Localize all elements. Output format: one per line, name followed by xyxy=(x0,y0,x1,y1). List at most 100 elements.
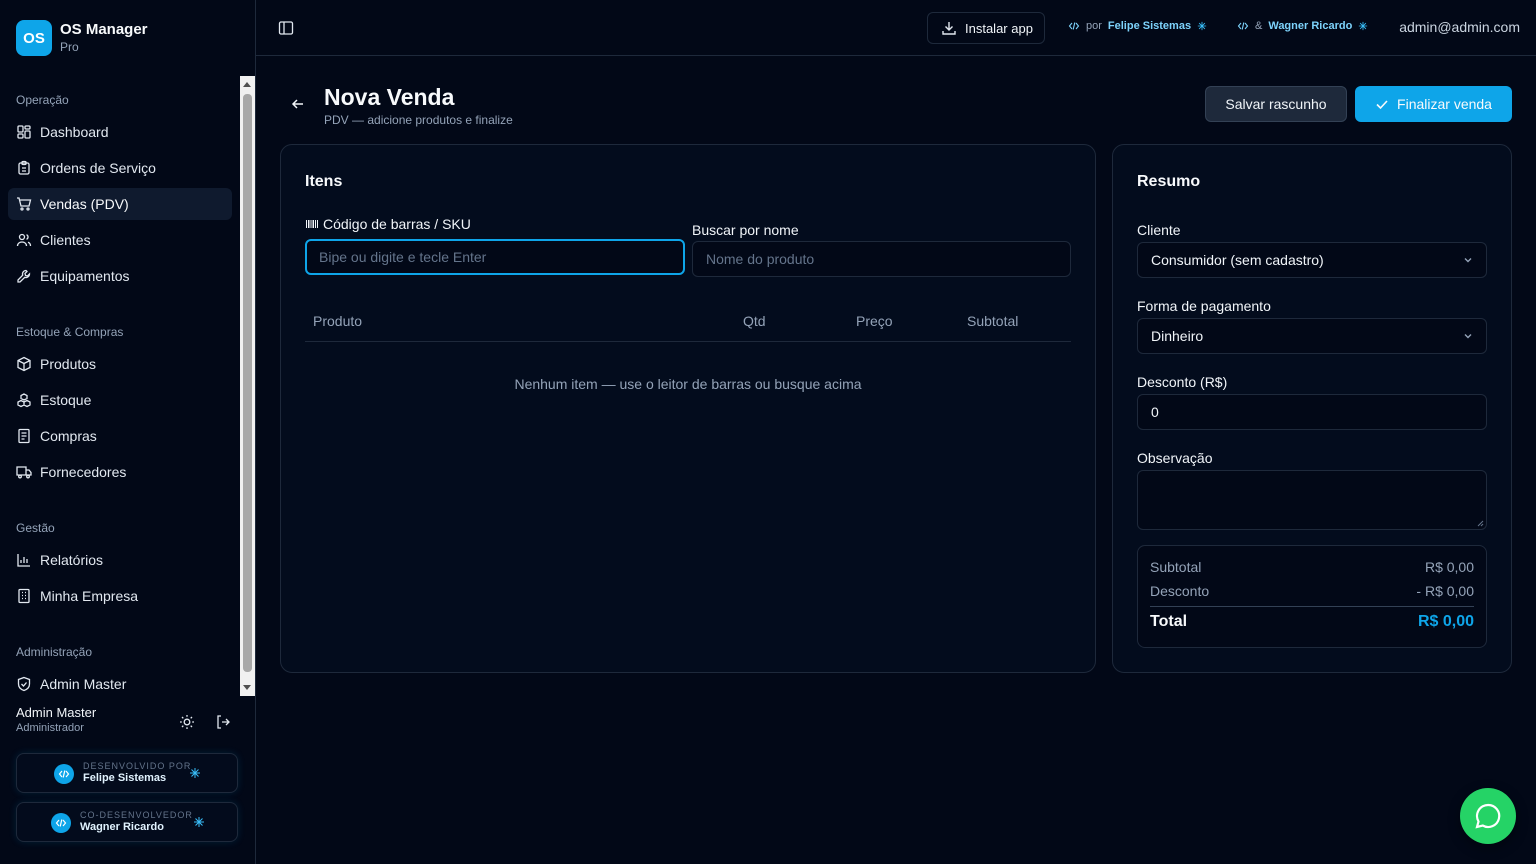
sidebar-item-label: Fornecedores xyxy=(40,464,127,480)
sidebar-item-relatorios[interactable]: Relatórios xyxy=(8,544,232,576)
clipboard-icon xyxy=(18,160,30,175)
sparkle-icon xyxy=(190,768,200,778)
column-header-qtd: Qtd xyxy=(743,313,766,329)
sidebar-toggle-button[interactable] xyxy=(278,20,294,36)
theme-toggle-button[interactable] xyxy=(177,712,197,732)
code-icon xyxy=(1068,22,1080,30)
discount-input[interactable]: 0 xyxy=(1137,394,1487,430)
sidebar-item-label: Minha Empresa xyxy=(40,588,139,604)
search-name-label: Buscar por nome xyxy=(692,222,799,238)
sidebar-item-estoque[interactable]: Estoque xyxy=(8,384,232,416)
column-header-produto: Produto xyxy=(313,313,363,329)
barcode-placeholder: Bipe ou digite e tecle Enter xyxy=(319,249,487,265)
scroll-thumb[interactable] xyxy=(243,94,252,672)
code-icon xyxy=(54,764,74,784)
sidebar: OS OS Manager Pro Operação Dashboard Ord… xyxy=(0,0,256,864)
sidebar-item-label: Dashboard xyxy=(40,124,109,140)
wrench-icon xyxy=(17,269,31,283)
logout-button[interactable] xyxy=(213,712,233,732)
summary-card-title: Resumo xyxy=(1137,173,1201,190)
sidebar-item-fornecedores[interactable]: Fornecedores xyxy=(8,456,232,488)
sidebar-item-admin-master[interactable]: Admin Master xyxy=(8,668,232,696)
back-button[interactable] xyxy=(290,96,306,112)
download-icon xyxy=(942,22,956,35)
chevron-down-icon xyxy=(1464,334,1472,339)
note-textarea[interactable] xyxy=(1137,470,1487,530)
cart-icon xyxy=(17,197,32,211)
nav-section-estoque: Estoque & Compras xyxy=(16,325,124,339)
chevron-down-icon xyxy=(1464,258,1472,263)
receipt-icon xyxy=(18,428,30,444)
sidebar-item-empresa[interactable]: Minha Empresa xyxy=(8,580,232,612)
dev-caption: DESENVOLVIDO POR xyxy=(83,761,192,771)
sidebar-item-label: Clientes xyxy=(40,232,91,248)
header-credit-wagner[interactable]: & Wagner Ricardo xyxy=(1237,20,1368,32)
sidebar-scrollbar[interactable] xyxy=(240,76,255,696)
page-subtitle: PDV — adicione produtos e finalize xyxy=(324,113,513,127)
brand-plan: Pro xyxy=(60,40,79,54)
sidebar-item-compras[interactable]: Compras xyxy=(8,420,232,452)
dashboard-icon xyxy=(17,125,31,139)
items-card-title: Itens xyxy=(305,173,343,190)
client-select[interactable]: Consumidor (sem cadastro) xyxy=(1137,242,1487,278)
payment-select[interactable]: Dinheiro xyxy=(1137,318,1487,354)
sidebar-item-label: Vendas (PDV) xyxy=(40,196,129,212)
sidebar-item-vendas[interactable]: Vendas (PDV) xyxy=(8,188,232,220)
brand[interactable]: OS OS Manager Pro xyxy=(16,20,148,56)
sidebar-item-label: Equipamentos xyxy=(40,268,130,284)
discount-row-value: - R$ 0,00 xyxy=(1416,583,1474,599)
whatsapp-button[interactable] xyxy=(1460,788,1516,844)
discount-input-value: 0 xyxy=(1151,404,1159,420)
scroll-down-arrow[interactable] xyxy=(243,685,251,690)
credit-prefix: por xyxy=(1086,20,1102,32)
credit-prefix: & xyxy=(1255,20,1263,32)
dev-card-secondary[interactable]: CO-DESENVOLVEDOR Wagner Ricardo xyxy=(16,802,238,842)
sidebar-item-label: Estoque xyxy=(40,392,92,408)
total-row: Total R$ 0,00 xyxy=(1150,613,1474,631)
totals-divider xyxy=(1150,606,1474,607)
payment-label: Forma de pagamento xyxy=(1137,298,1271,314)
users-icon xyxy=(16,233,32,247)
sparkle-icon xyxy=(1359,21,1368,31)
barcode-input[interactable]: Bipe ou digite e tecle Enter xyxy=(305,239,685,275)
sidebar-item-equipamentos[interactable]: Equipamentos xyxy=(8,260,232,292)
client-label: Cliente xyxy=(1137,222,1181,238)
nav-section-operacao: Operação xyxy=(16,93,69,107)
dev-card-primary[interactable]: DESENVOLVIDO POR Felipe Sistemas xyxy=(16,753,238,793)
nav-section-gestao: Gestão xyxy=(16,521,55,535)
package-icon xyxy=(17,356,31,372)
user-name: Admin Master xyxy=(16,705,97,720)
sidebar-item-label: Relatórios xyxy=(40,552,104,568)
boxes-icon xyxy=(17,393,31,408)
sidebar-item-ordens[interactable]: Ordens de Serviço xyxy=(8,152,232,184)
items-card: Itens Código de barras / SKU Bipe ou dig… xyxy=(280,144,1096,673)
sun-icon xyxy=(180,715,194,729)
sidebar-item-clientes[interactable]: Clientes xyxy=(8,224,232,256)
nav-section-admin: Administração xyxy=(16,645,93,659)
empty-items-message: Nenhum item — use o leitor de barras ou … xyxy=(514,376,862,392)
note-label: Observação xyxy=(1137,450,1213,466)
credit-name: Felipe Sistemas xyxy=(1107,20,1192,32)
finish-sale-button[interactable]: Finalizar venda xyxy=(1355,86,1512,122)
sidebar-item-dashboard[interactable]: Dashboard xyxy=(8,116,232,148)
install-app-button[interactable]: Instalar app xyxy=(927,12,1045,44)
top-header: Instalar app por Felipe Sistemas & Wagne… xyxy=(256,0,1536,56)
save-draft-button[interactable]: Salvar rascunho xyxy=(1205,86,1347,122)
search-name-input[interactable]: Nome do produto xyxy=(692,241,1071,277)
finish-sale-label: Finalizar venda xyxy=(1397,96,1492,112)
resize-handle-icon[interactable] xyxy=(1476,519,1484,527)
total-label: Total xyxy=(1150,613,1188,630)
code-icon xyxy=(51,813,71,833)
sidebar-item-produtos[interactable]: Produtos xyxy=(8,348,232,380)
credit-name: Wagner Ricardo xyxy=(1268,20,1353,32)
column-header-preco: Preço xyxy=(856,313,893,329)
table-divider xyxy=(305,341,1071,342)
arrow-left-icon xyxy=(291,99,303,109)
sparkle-icon xyxy=(1197,21,1207,31)
scroll-up-arrow[interactable] xyxy=(243,82,251,87)
code-icon xyxy=(1237,22,1249,30)
barcode-icon xyxy=(306,220,318,228)
discount-row-label: Desconto xyxy=(1150,583,1210,599)
header-credit-felipe[interactable]: por Felipe Sistemas xyxy=(1068,20,1207,32)
sidebar-item-label: Compras xyxy=(40,428,97,444)
